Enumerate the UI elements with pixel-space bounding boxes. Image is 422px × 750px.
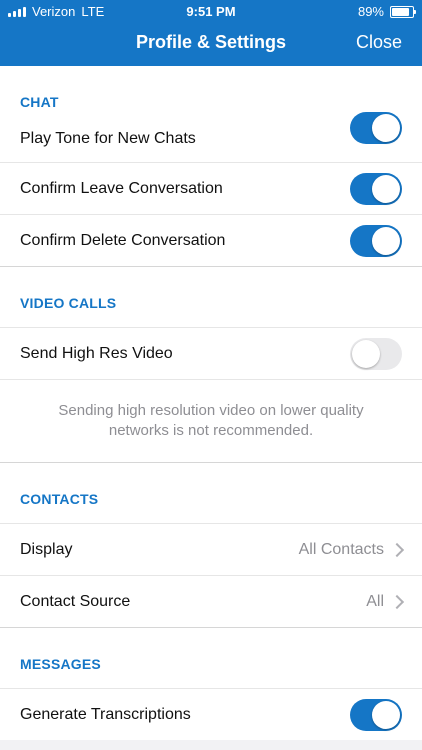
row-play-tone: Play Tone for New Chats: [0, 112, 422, 162]
battery-icon: [390, 5, 416, 18]
battery-percent: 89%: [357, 4, 384, 19]
settings-list: CHAT Play Tone for New Chats Confirm Lea…: [0, 66, 422, 740]
row-high-res-video: Send High Res Video: [0, 327, 422, 379]
section-header-contacts: CONTACTS: [0, 463, 422, 523]
close-button[interactable]: Close: [356, 32, 402, 53]
row-label: Confirm Delete Conversation: [20, 231, 226, 249]
confirm-delete-toggle[interactable]: [350, 224, 402, 257]
row-value: All Contacts: [298, 540, 384, 558]
row-label: Contact Source: [20, 592, 131, 610]
play-tone-toggle[interactable]: [350, 112, 402, 144]
section-header-messages: MESSAGES: [0, 628, 422, 688]
nav-bar: Verizon LTE 9:51 PM 89% Profile & Settin…: [0, 0, 422, 66]
row-display[interactable]: Display All Contacts: [0, 523, 422, 575]
section-title-messages: MESSAGES: [20, 656, 101, 672]
row-contact-source[interactable]: Contact Source All: [0, 575, 422, 627]
status-bar: Verizon LTE 9:51 PM 89%: [0, 0, 422, 24]
chevron-right-icon: [389, 594, 405, 609]
section-title-video: VIDEO CALLS: [20, 295, 117, 311]
row-label: Confirm Leave Conversation: [20, 179, 223, 197]
row-generate-transcriptions: Generate Transcriptions: [0, 688, 422, 740]
high-res-video-toggle[interactable]: [350, 337, 402, 370]
section-title-contacts: CONTACTS: [20, 491, 99, 507]
confirm-leave-toggle[interactable]: [350, 172, 402, 205]
chevron-right-icon: [389, 542, 405, 557]
row-label: Play Tone for New Chats: [20, 130, 196, 147]
row-confirm-leave: Confirm Leave Conversation: [0, 162, 422, 214]
video-note: Sending high resolution video on lower q…: [0, 379, 422, 462]
row-confirm-delete: Confirm Delete Conversation: [0, 214, 422, 266]
transcriptions-toggle[interactable]: [350, 698, 402, 731]
section-title-chat: CHAT: [20, 94, 59, 110]
row-label: Display: [20, 540, 73, 558]
row-label: Send High Res Video: [20, 344, 173, 362]
row-label: Generate Transcriptions: [20, 705, 191, 723]
section-header-video: VIDEO CALLS: [0, 267, 422, 327]
row-value: All: [366, 592, 384, 610]
